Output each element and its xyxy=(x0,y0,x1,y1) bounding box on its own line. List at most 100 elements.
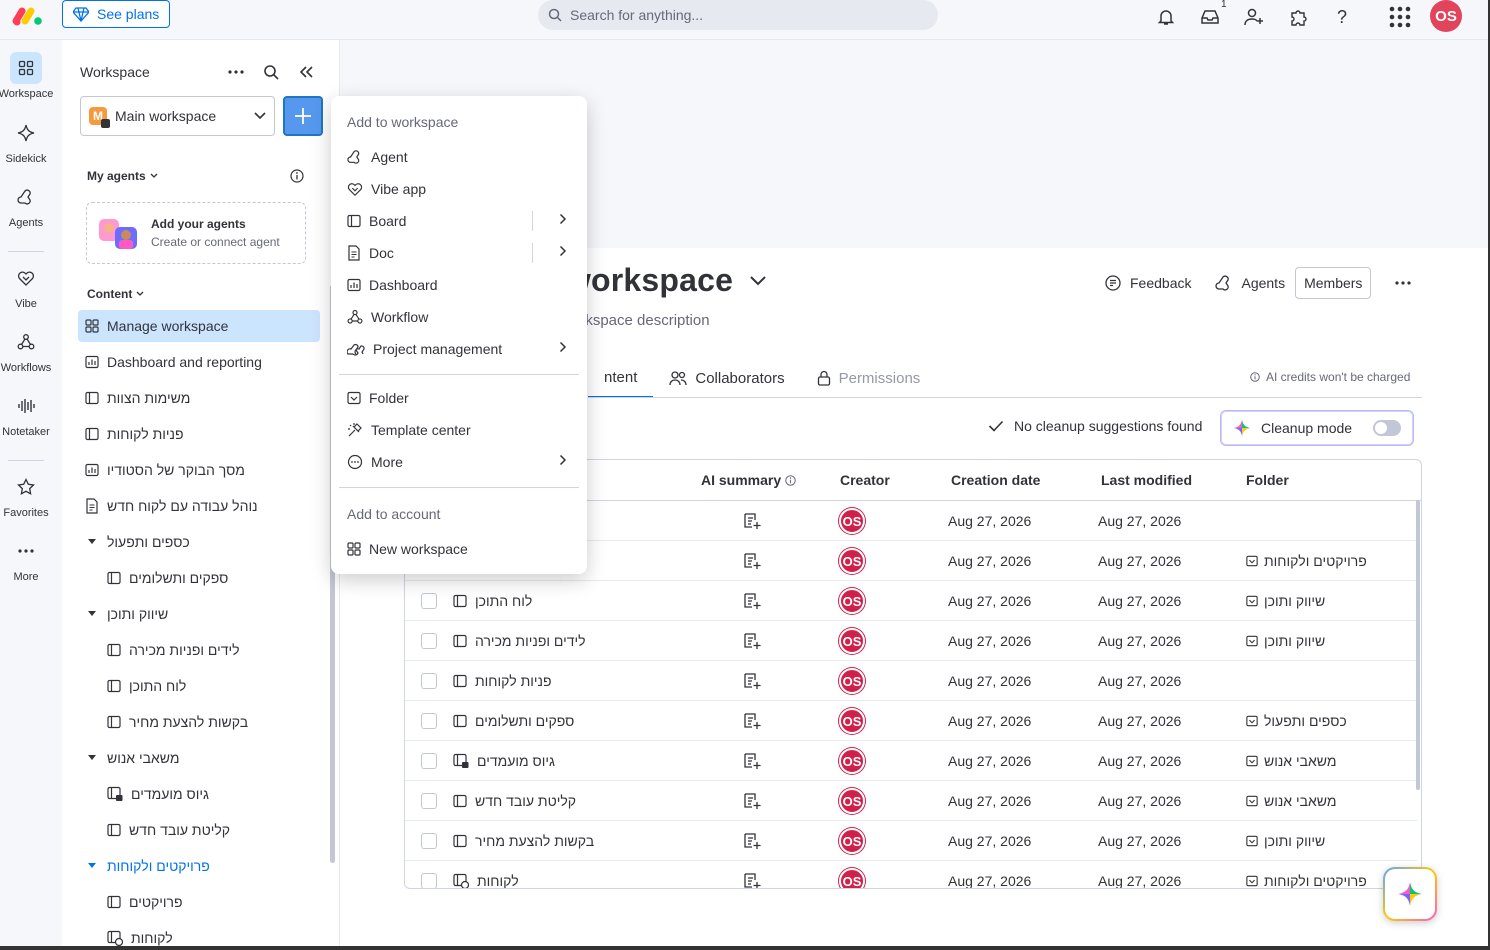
folder-cell[interactable]: פרויקטים ולקוחות xyxy=(1246,541,1367,581)
creator-avatar[interactable]: OS xyxy=(839,628,865,654)
caret-down-icon[interactable] xyxy=(85,862,99,870)
ai-summary-icon[interactable] xyxy=(743,581,761,621)
chevron-right-icon[interactable] xyxy=(559,245,567,257)
item-name-cell[interactable]: גיוס מועמדים xyxy=(453,741,555,781)
tree-item[interactable]: פרויקטים xyxy=(78,886,320,918)
col-creation-date[interactable]: Creation date xyxy=(951,460,1040,500)
col-folder[interactable]: Folder xyxy=(1246,460,1289,500)
row-checkbox[interactable] xyxy=(421,673,437,689)
menu-item-agent[interactable]: Agent xyxy=(339,141,579,173)
chevron-right-icon[interactable] xyxy=(559,213,567,225)
ai-summary-icon[interactable] xyxy=(743,501,761,541)
invite-user-icon[interactable] xyxy=(1242,5,1266,29)
toggle-switch[interactable] xyxy=(1373,420,1401,436)
menu-item-template-center[interactable]: Template center xyxy=(339,414,579,446)
workspace-description[interactable]: orkspace description xyxy=(572,312,710,329)
rail-more[interactable]: More xyxy=(0,535,52,583)
add-agents-card[interactable]: Add your agents Create or connect agent xyxy=(86,202,306,264)
creator-avatar[interactable]: OS xyxy=(839,548,865,574)
folder-cell[interactable]: שיווק ותוכן xyxy=(1246,821,1325,861)
ai-summary-icon[interactable] xyxy=(743,861,761,888)
menu-item-more[interactable]: More xyxy=(339,446,579,478)
creator-avatar[interactable]: OS xyxy=(839,748,865,774)
app-switcher-icon[interactable] xyxy=(1388,5,1412,29)
ai-assistant-button[interactable] xyxy=(1383,867,1437,921)
ai-summary-icon[interactable] xyxy=(743,621,761,661)
table-row[interactable]: קליטת עובד חדש OS Aug 27, 2026 Aug 27, 2026… xyxy=(405,781,1417,821)
tree-item[interactable]: משימות הצוות xyxy=(78,382,320,414)
item-name-cell[interactable]: פניות לקוחות xyxy=(453,661,552,701)
row-checkbox[interactable] xyxy=(421,633,437,649)
see-plans-button[interactable]: See plans xyxy=(62,0,171,28)
rail-sidekick[interactable]: Sidekick xyxy=(0,117,52,165)
info-icon[interactable] xyxy=(285,164,309,188)
more-dots-icon[interactable] xyxy=(224,60,248,84)
tree-item[interactable]: בקשות להצעת מחיר xyxy=(78,706,320,738)
creator-avatar[interactable]: OS xyxy=(839,508,865,534)
table-row[interactable]: ספקים ותשלומים OS Aug 27, 2026 Aug 27, 2026… xyxy=(405,701,1417,741)
row-checkbox[interactable] xyxy=(421,753,437,769)
cleanup-mode-toggle[interactable]: Cleanup mode xyxy=(1220,410,1414,446)
table-row[interactable]: לוח התוכן OS Aug 27, 2026 Aug 27, 2026 שיווק… xyxy=(405,581,1417,621)
feedback-button[interactable]: Feedback xyxy=(1104,274,1191,292)
col-ai-summary[interactable]: AI summary xyxy=(701,460,796,500)
tree-item[interactable]: Manage workspace xyxy=(78,310,320,342)
chevron-right-icon[interactable] xyxy=(559,341,567,353)
menu-item-workflow[interactable]: Workflow xyxy=(339,301,579,333)
item-name-cell[interactable]: לוח התוכן xyxy=(453,581,532,621)
menu-item-board[interactable]: Board xyxy=(339,205,579,237)
folder-cell[interactable]: משאבי אנוש xyxy=(1246,741,1337,781)
rail-agents[interactable]: Agents xyxy=(0,181,52,229)
table-row[interactable]: פניות לקוחות OS Aug 27, 2026 Aug 27, 2026 xyxy=(405,661,1417,701)
table-row[interactable]: בקשות להצעת מחיר OS Aug 27, 2026 Aug 27, 20… xyxy=(405,821,1417,861)
tree-item[interactable]: נוהל עבודה עם לקוח חדש xyxy=(78,490,320,522)
tree-item[interactable]: מסך הבוקר של הסטודיו xyxy=(78,454,320,486)
members-button[interactable]: Members xyxy=(1295,267,1372,299)
folder-cell[interactable]: משאבי אנוש xyxy=(1246,781,1337,821)
monday-logo[interactable] xyxy=(12,6,44,28)
tree-folder[interactable]: כספים ותפעול xyxy=(78,526,320,558)
content-toggle[interactable]: Content xyxy=(87,287,144,301)
row-checkbox[interactable] xyxy=(421,833,437,849)
caret-down-icon[interactable] xyxy=(85,754,99,762)
item-name-cell[interactable]: בקשות להצעת מחיר xyxy=(453,821,594,861)
ai-summary-icon[interactable] xyxy=(743,741,761,781)
global-search[interactable]: Search for anything... xyxy=(538,0,938,30)
ai-summary-icon[interactable] xyxy=(743,701,761,741)
table-scrollbar[interactable] xyxy=(1416,500,1420,790)
creator-avatar[interactable]: OS xyxy=(839,588,865,614)
folder-cell[interactable]: פרויקטים ולקוחות xyxy=(1246,861,1367,888)
folder-cell[interactable]: שיווק ותוכן xyxy=(1246,621,1325,661)
collapse-icon[interactable] xyxy=(294,60,318,84)
item-name-cell[interactable]: לקוחות xyxy=(453,861,519,888)
creator-avatar[interactable]: OS xyxy=(839,668,865,694)
tree-item[interactable]: לוח התוכן xyxy=(78,670,320,702)
workspace-select[interactable]: M Main workspace xyxy=(80,96,275,136)
my-agents-toggle[interactable]: My agents xyxy=(87,169,158,183)
folder-cell[interactable]: שיווק ותוכן xyxy=(1246,581,1325,621)
tree-folder[interactable]: משאבי אנוש xyxy=(78,742,320,774)
search-icon[interactable] xyxy=(259,60,283,84)
rail-notetaker[interactable]: Notetaker xyxy=(0,390,52,438)
row-checkbox[interactable] xyxy=(421,593,437,609)
user-avatar[interactable]: OS xyxy=(1430,0,1462,32)
item-name-cell[interactable]: לידים ופניות מכירה xyxy=(453,621,586,661)
tree-item[interactable]: ספקים ותשלומים xyxy=(78,562,320,594)
agents-button[interactable]: Agents xyxy=(1215,274,1285,292)
tree-item[interactable]: Dashboard and reporting xyxy=(78,346,320,378)
tree-item[interactable]: לידים ופניות מכירה xyxy=(78,634,320,666)
tree-item[interactable]: גיוס מועמדים xyxy=(78,778,320,810)
tab-collaborators[interactable]: Collaborators xyxy=(653,358,800,398)
creator-avatar[interactable]: OS xyxy=(839,828,865,854)
caret-down-icon[interactable] xyxy=(85,610,99,618)
tab-content[interactable]: ntent xyxy=(588,358,654,398)
ai-summary-icon[interactable] xyxy=(743,781,761,821)
apps-puzzle-icon[interactable] xyxy=(1286,5,1310,29)
table-row[interactable]: גיוס מועמדים OS Aug 27, 2026 Aug 27, 2026 מש… xyxy=(405,741,1417,781)
creator-avatar[interactable]: OS xyxy=(839,868,865,888)
ai-summary-icon[interactable] xyxy=(743,661,761,701)
inbox-icon[interactable] xyxy=(1198,5,1222,29)
rail-vibe[interactable]: Vibe xyxy=(0,262,52,310)
creator-avatar[interactable]: OS xyxy=(839,788,865,814)
tree-folder[interactable]: פרויקטים ולקוחות xyxy=(78,850,320,882)
